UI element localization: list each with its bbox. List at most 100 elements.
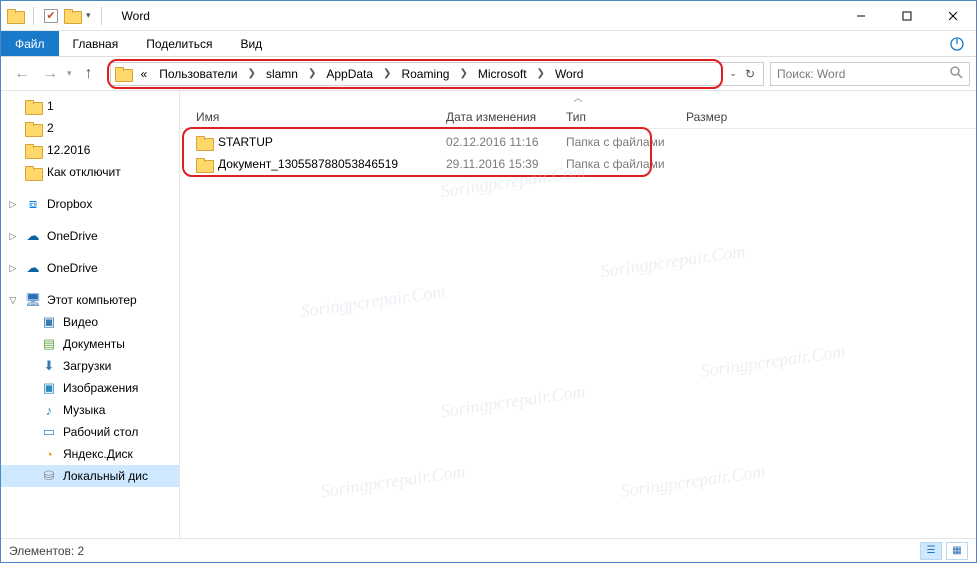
nav-pc-music[interactable]: ♪ Музыка	[1, 399, 179, 421]
col-name[interactable]: Имя	[190, 110, 440, 124]
nav-quick-item[interactable]: 2	[1, 117, 179, 139]
forward-button[interactable]: →	[39, 63, 61, 85]
chevron-right-icon[interactable]: ❯	[457, 68, 469, 79]
expand-icon[interactable]: ▷	[7, 263, 19, 274]
nav-label: Этот компьютер	[47, 293, 137, 307]
nav-label: 1	[47, 99, 54, 113]
nav-this-pc[interactable]: ▽🖥Этот компьютер	[1, 289, 179, 311]
file-list-pane: ︿ Имя Дата изменения Тип Размер STARTUP …	[180, 91, 976, 538]
file-row[interactable]: Документ_130558788053846519 29.11.2016 1…	[190, 153, 976, 175]
checkbox-icon[interactable]: ✔	[44, 9, 58, 23]
folder-icon[interactable]	[64, 9, 80, 22]
file-row[interactable]: STARTUP 02.12.2016 11:16 Папка с файлами	[190, 131, 976, 153]
breadcrumb-seg[interactable]: Microsoft	[474, 67, 531, 81]
nav-pc-yandex-disk[interactable]: ◔ Яндекс.Диск	[1, 443, 179, 465]
desktop-icon: ▭	[41, 424, 57, 440]
folder-icon	[25, 100, 41, 113]
tab-view[interactable]: Вид	[226, 31, 276, 56]
breadcrumb-seg[interactable]: AppData	[322, 67, 377, 81]
refresh-button[interactable]: ↻	[745, 67, 755, 81]
nav-pc-downloads[interactable]: ⬇Загрузки	[1, 355, 179, 377]
nav-quick-item[interactable]: Как отключит	[1, 161, 179, 183]
expand-icon[interactable]: ▷	[7, 231, 19, 242]
ribbon-tabs: Файл Главная Поделиться Вид	[1, 31, 976, 57]
col-type[interactable]: Тип	[560, 110, 680, 124]
nav-pc-pictures[interactable]: ▣Изображения	[1, 377, 179, 399]
watermark: Soringpcrepair.Com	[619, 461, 766, 502]
chevron-right-icon[interactable]: ❯	[381, 68, 393, 79]
nav-label: Загрузки	[63, 359, 111, 373]
breadcrumb-seg[interactable]: Roaming	[397, 67, 453, 81]
breadcrumb[interactable]: « Пользователи ❯ slamn ❯ AppData ❯ Roaming ❯…	[110, 62, 764, 86]
item-count: Элементов: 2	[9, 544, 84, 558]
navigation-pane[interactable]: 1 2 12.2016 Как отключит ▷ ⧈ Dropbox ▷☁One…	[1, 91, 180, 538]
nav-onedrive[interactable]: ▷☁OneDrive	[1, 257, 179, 279]
nav-label: 12.2016	[47, 143, 90, 157]
history-dropdown[interactable]: ⌄	[729, 68, 737, 79]
file-type: Папка с файлами	[560, 135, 680, 149]
folder-icon	[25, 166, 41, 179]
nav-pc-videos[interactable]: ▣Видео	[1, 311, 179, 333]
nav-label: Яндекс.Диск	[63, 447, 133, 461]
separator	[33, 7, 34, 25]
details-view-button[interactable]: ☰	[920, 542, 942, 560]
tab-home[interactable]: Главная	[59, 31, 133, 56]
tab-share[interactable]: Поделиться	[132, 31, 226, 56]
file-rows: STARTUP 02.12.2016 11:16 Папка с файлами…	[180, 129, 976, 175]
nav-label: Как отключит	[47, 165, 121, 179]
window-controls	[838, 1, 976, 31]
nav-label: OneDrive	[47, 261, 98, 275]
breadcrumb-seg[interactable]: Word	[551, 67, 587, 81]
nav-dropbox[interactable]: ▷ ⧈ Dropbox	[1, 193, 179, 215]
nav-pc-local-disk[interactable]: ⛁Локальный дис	[1, 465, 179, 487]
minimize-button[interactable]	[838, 1, 884, 31]
search-icon[interactable]	[950, 66, 963, 82]
chevron-down-icon[interactable]: ▾	[86, 10, 91, 21]
file-name: Документ_130558788053846519	[218, 157, 398, 171]
file-type: Папка с файлами	[560, 157, 680, 171]
nav-quick-item[interactable]: 12.2016	[1, 139, 179, 161]
ribbon-help-icon[interactable]	[938, 31, 976, 56]
col-date[interactable]: Дата изменения	[440, 110, 560, 124]
breadcrumb-overflow[interactable]: «	[137, 67, 152, 81]
watermark: Soringpcrepair.Com	[299, 281, 446, 322]
nav-label: Музыка	[63, 403, 105, 417]
breadcrumb-seg[interactable]: slamn	[262, 67, 302, 81]
nav-label: Dropbox	[47, 197, 92, 211]
sort-indicator: ︿	[180, 91, 976, 105]
expand-icon[interactable]: ▷	[7, 199, 19, 210]
watermark: Soringpcrepair.Com	[599, 241, 746, 282]
file-date: 02.12.2016 11:16	[440, 135, 560, 149]
address-actions: ⌄ ↻	[725, 67, 759, 81]
collapse-icon[interactable]: ▽	[7, 295, 19, 306]
quick-access-toolbar: ✔ ▾	[1, 7, 112, 25]
maximize-button[interactable]	[884, 1, 930, 31]
chevron-right-icon[interactable]: ❯	[535, 68, 547, 79]
nav-label: 2	[47, 121, 54, 135]
nav-quick-item[interactable]: 1	[1, 95, 179, 117]
document-icon: ▤	[41, 336, 57, 352]
nav-arrows: ← → ▾ ↑	[7, 63, 104, 85]
folder-icon	[115, 67, 131, 80]
disk-icon: ◔	[41, 446, 57, 462]
music-icon: ♪	[41, 402, 57, 418]
chevron-right-icon[interactable]: ❯	[306, 68, 318, 79]
nav-label: Видео	[63, 315, 98, 329]
back-button[interactable]: ←	[11, 63, 33, 85]
nav-onedrive[interactable]: ▷☁OneDrive	[1, 225, 179, 247]
nav-pc-desktop[interactable]: ▭Рабочий стол	[1, 421, 179, 443]
folder-icon	[196, 136, 212, 149]
up-button[interactable]: ↑	[78, 63, 100, 85]
file-date: 29.11.2016 15:39	[440, 157, 560, 171]
close-button[interactable]	[930, 1, 976, 31]
breadcrumb-seg[interactable]: Пользователи	[155, 67, 241, 81]
folder-icon	[196, 158, 212, 171]
search-input[interactable]: Поиск: Word	[770, 62, 970, 86]
chevron-right-icon[interactable]: ❯	[246, 68, 258, 79]
dropbox-icon: ⧈	[25, 196, 41, 212]
icons-view-button[interactable]: ▦	[946, 542, 968, 560]
tab-file[interactable]: Файл	[1, 31, 59, 56]
nav-pc-documents[interactable]: ▤Документы	[1, 333, 179, 355]
col-size[interactable]: Размер	[680, 110, 760, 124]
recent-locations-button[interactable]: ▾	[67, 68, 72, 79]
